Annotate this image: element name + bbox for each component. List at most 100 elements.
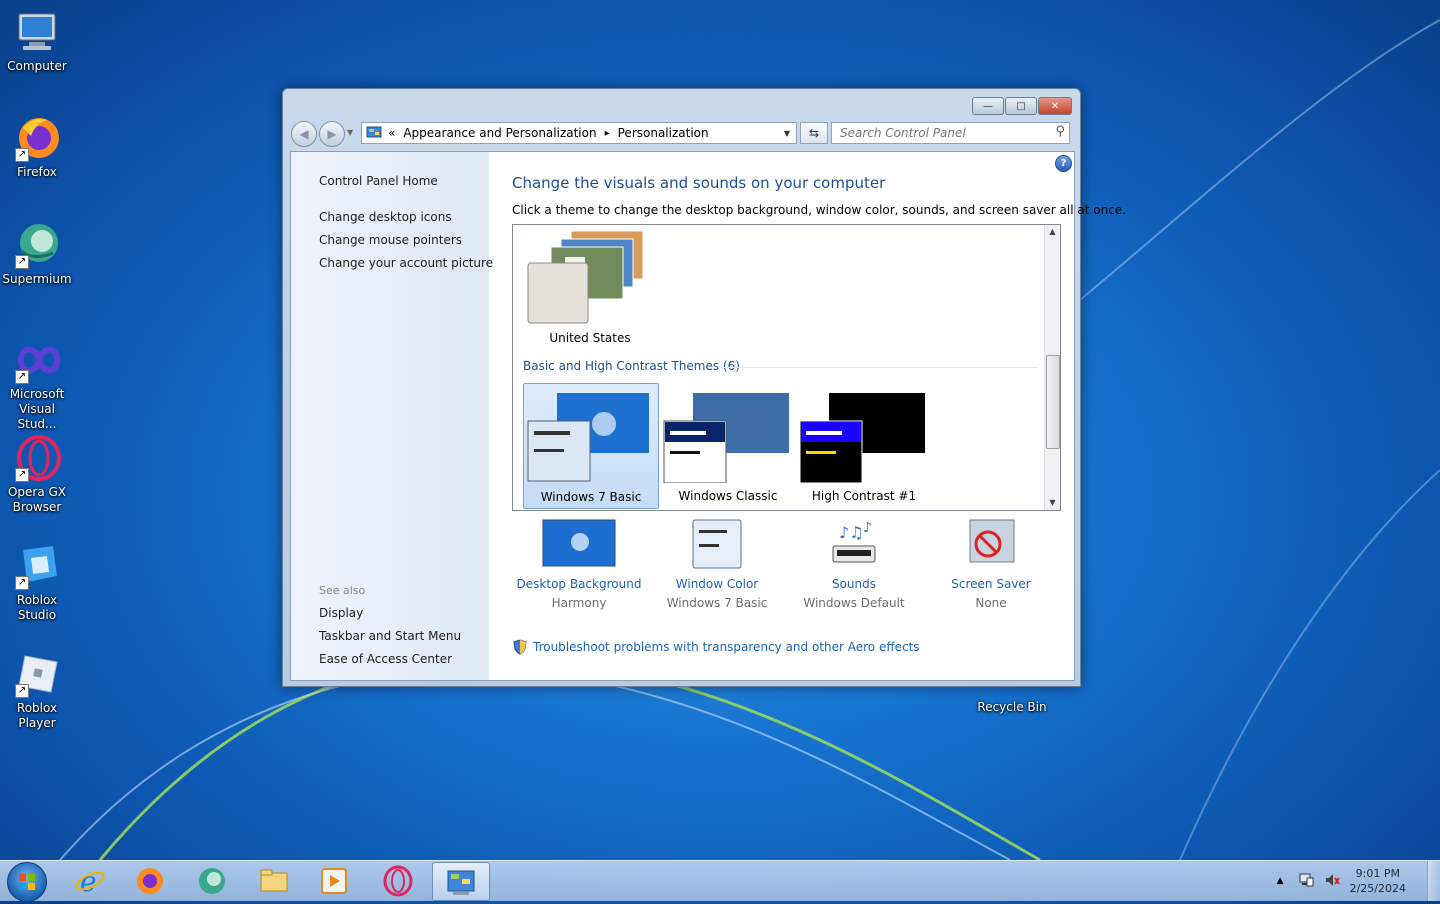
address-dropdown-icon[interactable]: ▼ xyxy=(784,129,790,138)
group-divider xyxy=(718,367,1038,368)
display-link[interactable]: Display xyxy=(319,606,363,620)
shortcut-arrow-icon: ↗ xyxy=(15,255,29,269)
control-panel-home-link[interactable]: Control Panel Home xyxy=(319,174,438,188)
taskbar-start-menu-link[interactable]: Taskbar and Start Menu xyxy=(319,629,461,643)
control-panel-icon xyxy=(447,870,475,895)
volume-muted-icon[interactable] xyxy=(1324,872,1340,891)
desktop-icon-roblox-player[interactable]: ↗ Roblox Player xyxy=(0,650,74,731)
desktop-icon-supermium[interactable]: ↗ Supermium xyxy=(0,221,74,287)
theme-united-states[interactable]: United States xyxy=(525,227,655,347)
change-desktop-icons-link[interactable]: Change desktop icons xyxy=(319,210,452,224)
clock[interactable]: 9:01 PM 2/25/2024 xyxy=(1350,866,1406,896)
taskbar-internet-explorer[interactable]: e xyxy=(62,862,118,899)
screen-saver-icon xyxy=(969,519,1015,563)
forward-button[interactable]: ▶ xyxy=(319,121,345,147)
system-tray: ▲ 9:01 PM 2/25/2024 xyxy=(1277,861,1428,901)
taskbar: e ▲ 9:01 PM 2/25/2024 xyxy=(0,860,1440,902)
svg-text:e: e xyxy=(80,865,97,897)
page-title: Change the visuals and sounds on your co… xyxy=(512,174,886,192)
back-button[interactable]: ◀ xyxy=(291,121,317,147)
control-panel-icon xyxy=(366,126,382,140)
taskbar-file-explorer[interactable] xyxy=(246,862,302,899)
refresh-button[interactable]: ⇆ xyxy=(800,122,828,144)
basic-themes-group-title: Basic and High Contrast Themes (6) xyxy=(523,359,740,373)
search-input[interactable] xyxy=(838,123,1042,143)
supermium-icon: ↗ xyxy=(13,221,61,269)
desktop-background-icon xyxy=(542,519,616,567)
close-button[interactable]: ✕ xyxy=(1038,97,1072,115)
page-description: Click a theme to change the desktop back… xyxy=(512,203,1126,217)
personalization-window: — □ ✕ ◀ ▶ ▼ « Appearance and Personaliza… xyxy=(282,88,1126,687)
theme-windows-7-basic[interactable]: Windows 7 Basic xyxy=(523,383,659,509)
roblox-player-icon: ↗ xyxy=(13,650,61,698)
shortcut-arrow-icon: ↗ xyxy=(15,576,29,590)
see-also-heading: See also xyxy=(319,584,366,597)
maximize-button[interactable]: □ xyxy=(1005,97,1037,115)
windows-classic-theme-thumbnail xyxy=(663,393,789,484)
desktop-icon-opera-gx[interactable]: ↗ Opera GX Browser xyxy=(0,434,74,515)
scroll-down-arrow-icon[interactable]: ▼ xyxy=(1045,496,1060,510)
desktop-icon-firefox[interactable]: ↗ Firefox xyxy=(0,114,74,180)
breadcrumb-separator-icon[interactable]: ▸ xyxy=(605,128,610,139)
themes-list: United States Basic and High Contrast Th… xyxy=(512,224,1061,511)
change-account-picture-link[interactable]: Change your account picture xyxy=(319,256,493,270)
sounds-item[interactable]: ♪♫ ♪ Sounds Windows Default xyxy=(790,518,918,610)
ease-of-access-link[interactable]: Ease of Access Center xyxy=(319,652,452,666)
svg-text:♪: ♪ xyxy=(863,520,872,536)
taskbar-control-panel[interactable] xyxy=(432,862,490,901)
shortcut-arrow-icon: ↗ xyxy=(15,684,29,698)
network-icon[interactable] xyxy=(1298,872,1314,891)
firefox-icon xyxy=(137,867,163,894)
breadcrumb-appearance[interactable]: Appearance and Personalization xyxy=(403,126,596,140)
opera-gx-icon: ↗ xyxy=(13,434,61,482)
svg-text:♪♫: ♪♫ xyxy=(839,523,864,542)
search-icon[interactable]: ⚲ xyxy=(1055,124,1065,139)
firefox-icon: ↗ xyxy=(13,114,61,162)
taskbar-supermium[interactable] xyxy=(184,862,240,899)
sounds-icon: ♪♫ ♪ xyxy=(832,520,876,563)
show-hidden-icons-icon[interactable]: ▲ xyxy=(1277,876,1284,886)
navigation-bar: ◀ ▶ ▼ « Appearance and Personalization ▸… xyxy=(291,121,1072,147)
address-bar[interactable]: « Appearance and Personalization ▸ Perso… xyxy=(361,122,797,144)
window-controls: — □ ✕ xyxy=(972,97,1072,115)
shortcut-arrow-icon: ↗ xyxy=(15,148,29,162)
united-states-theme-thumbnail xyxy=(527,230,644,324)
desktop-icon-roblox-studio[interactable]: ↗ Roblox Studio xyxy=(0,542,74,623)
desktop-icon-computer[interactable]: Computer xyxy=(0,8,74,74)
minimize-button[interactable]: — xyxy=(972,97,1004,115)
desktop-background-item[interactable]: Desktop Background Harmony xyxy=(515,518,643,610)
change-mouse-pointers-link[interactable]: Change mouse pointers xyxy=(319,233,462,247)
scroll-thumb[interactable] xyxy=(1046,355,1060,449)
troubleshoot-aero-link[interactable]: Troubleshoot problems with transparency … xyxy=(512,639,920,655)
themes-scrollbar[interactable]: ▲ ▼ xyxy=(1044,225,1060,510)
window-color-item[interactable]: Window Color Windows 7 Basic xyxy=(653,518,781,610)
visual-studio-icon: ↗ xyxy=(13,336,61,384)
help-icon[interactable]: ? xyxy=(1055,155,1072,172)
taskbar-media-player[interactable] xyxy=(306,862,362,899)
scroll-up-arrow-icon[interactable]: ▲ xyxy=(1045,225,1060,239)
shortcut-arrow-icon: ↗ xyxy=(15,370,29,384)
windows-7-basic-theme-thumbnail xyxy=(527,393,649,482)
folder-icon xyxy=(260,869,288,891)
roblox-studio-icon: ↗ xyxy=(13,542,61,590)
show-desktop-button[interactable] xyxy=(1427,861,1440,901)
start-button[interactable] xyxy=(7,862,47,902)
opera-gx-icon xyxy=(383,865,413,896)
recent-pages-dropdown[interactable]: ▼ xyxy=(347,128,353,137)
theme-high-contrast-1[interactable]: High Contrast #1 xyxy=(797,383,931,507)
taskbar-opera-gx[interactable] xyxy=(370,862,426,899)
screen-saver-item[interactable]: Screen Saver None xyxy=(927,518,1055,610)
theme-windows-classic[interactable]: Windows Classic xyxy=(661,383,795,507)
desktop-icon-recycle-bin[interactable]: Recycle Bin xyxy=(975,699,1049,715)
main-pane: ? Change the visuals and sounds on your … xyxy=(489,152,1126,680)
internet-explorer-icon: e xyxy=(75,865,105,897)
breadcrumb-personalization[interactable]: Personalization xyxy=(618,126,709,140)
computer-icon xyxy=(13,8,61,56)
search-box: ⚲ xyxy=(831,122,1070,144)
refresh-icon: ⇆ xyxy=(808,126,820,140)
shortcut-arrow-icon: ↗ xyxy=(15,468,29,482)
taskbar-firefox[interactable] xyxy=(122,862,178,899)
control-panel-content: Control Panel Home Change desktop icons … xyxy=(290,151,1126,681)
desktop-icon-visual-studio[interactable]: ↗ Microsoft Visual Stud... xyxy=(0,336,74,432)
supermium-icon xyxy=(199,867,225,894)
